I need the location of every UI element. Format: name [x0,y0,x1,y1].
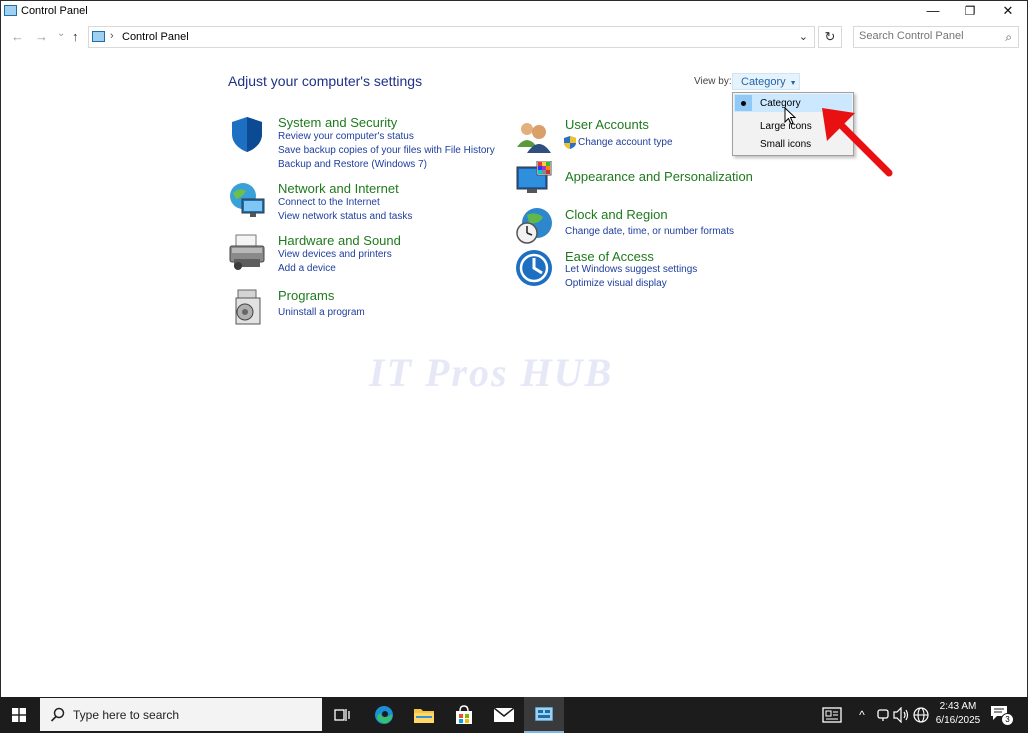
taskbar-search-box[interactable]: Type here to search [40,698,322,731]
news-widget-icon[interactable] [822,707,842,723]
category-ease-of-access: Ease of Access Let Windows suggest setti… [515,249,775,293]
programs-icon[interactable] [228,288,266,326]
address-dropdown-icon[interactable]: ⌄ [799,30,808,43]
uac-shield-icon [564,136,576,149]
view-by-label: View by: [694,76,732,87]
annotation-arrow-icon [822,108,893,177]
meet-now-icon[interactable] [876,708,890,722]
category-title[interactable]: Clock and Region [565,207,668,222]
breadcrumb-control-panel[interactable]: Control Panel [122,31,189,43]
user-accounts-icon[interactable] [515,117,553,155]
category-user-accounts: User Accounts Change account type [515,117,755,157]
view-by-value: Category [741,76,786,88]
minimize-button[interactable]: — [914,1,952,21]
clock-date: 6/16/2025 [935,715,981,726]
printer-icon[interactable] [228,233,266,271]
link-file-history[interactable]: Save backup copies of your files with Fi… [278,145,495,156]
refresh-button[interactable]: ↻ [818,26,842,48]
category-hardware-and-sound: Hardware and Sound View devices and prin… [228,233,508,277]
category-title[interactable]: Hardware and Sound [278,233,401,248]
shield-icon[interactable] [228,115,266,153]
link-change-account-type[interactable]: Change account type [578,137,673,148]
store-bag-icon [456,705,472,724]
category-title[interactable]: User Accounts [565,117,649,132]
system-clock[interactable]: 2:43 AM 6/16/2025 [930,700,986,728]
taskbar-search-placeholder: Type here to search [73,708,180,722]
clock-globe-icon[interactable] [515,207,553,245]
link-add-device[interactable]: Add a device [278,263,336,274]
restore-button[interactable]: ❐ [951,1,989,21]
notification-count-badge: 3 [1001,713,1014,726]
windows-start-icon[interactable] [12,708,26,722]
category-title[interactable]: Network and Internet [278,181,399,196]
category-network-and-internet: Network and Internet Connect to the Inte… [228,181,508,225]
control-panel-window: Control Panel — ❐ ✕ ← → ⌄ ↑ › Control Pa… [0,0,1028,698]
category-system-and-security: System and Security Review your computer… [228,115,508,173]
tray-overflow-icon[interactable]: ^ [853,697,871,733]
volume-icon[interactable] [893,707,910,723]
link-suggest-settings[interactable]: Let Windows suggest settings [565,264,697,275]
task-view-button[interactable] [322,697,362,733]
category-title[interactable]: Ease of Access [565,249,654,264]
edge-taskbar-button[interactable] [364,697,404,733]
link-backup-restore[interactable]: Backup and Restore (Windows 7) [278,159,427,170]
page-title: Adjust your computer's settings [228,73,423,89]
link-review-status[interactable]: Review your computer's status [278,131,414,142]
control-panel-icon [535,707,553,721]
search-icon [50,707,65,722]
view-by-dropdown[interactable]: Category ▼ [732,73,800,90]
folder-icon [414,709,434,723]
address-bar[interactable]: › Control Panel ⌄ [88,26,815,48]
network-globe-icon[interactable] [228,181,266,219]
up-button[interactable]: ↑ [72,29,79,44]
category-appearance-personalization: Appearance and Personalization [515,161,775,201]
close-button[interactable]: ✕ [989,1,1027,21]
control-panel-taskbar-button[interactable] [524,697,564,733]
navigation-bar: ← → ⌄ ↑ › Control Panel ⌄ ↻ ⌕ [1,26,1027,50]
category-clock-and-region: Clock and Region Change date, time, or n… [515,207,775,247]
control-panel-icon [4,5,17,16]
forward-button[interactable]: → [35,29,48,44]
category-programs: Programs Uninstall a program [228,288,508,326]
link-network-status[interactable]: View network status and tasks [278,211,412,222]
taskbar: Type here to search ^ 2:43 AM 6/16/2025 … [0,697,1028,733]
category-title[interactable]: Programs [278,288,334,303]
clock-time: 2:43 AM [939,701,977,712]
mouse-cursor-icon [784,107,796,125]
category-title[interactable]: Appearance and Personalization [565,169,753,184]
menu-item-label: Small icons [760,139,812,150]
search-input[interactable] [859,30,994,42]
category-title[interactable]: System and Security [278,115,397,130]
store-taskbar-button[interactable] [444,697,484,733]
watermark: IT Pros HUB [369,350,614,395]
link-uninstall-program[interactable]: Uninstall a program [278,307,365,318]
link-optimize-display[interactable]: Optimize visual display [565,278,667,289]
title-bar[interactable]: Control Panel — ❐ ✕ [1,1,1027,23]
breadcrumb-separator[interactable]: › [110,30,114,42]
file-explorer-taskbar-button[interactable] [404,697,444,733]
task-view-icon [334,709,350,721]
search-icon[interactable]: ⌕ [1005,30,1012,45]
search-box[interactable]: ⌕ [853,26,1019,48]
bullet-icon [741,101,746,106]
control-panel-icon [92,31,105,42]
link-connect-internet[interactable]: Connect to the Internet [278,197,380,208]
ease-of-access-icon[interactable] [515,249,553,287]
selected-indicator [735,95,752,111]
notification-center-button[interactable]: 3 [990,705,1014,726]
appearance-icon[interactable] [515,161,553,199]
network-globe-icon[interactable] [913,707,929,723]
mail-taskbar-button[interactable] [484,697,524,733]
back-button[interactable]: ← [11,29,24,44]
mail-icon [494,708,514,722]
dropdown-caret-icon: ▼ [789,80,797,87]
link-date-time-formats[interactable]: Change date, time, or number formats [565,226,734,237]
window-title: Control Panel [21,5,88,17]
link-devices-printers[interactable]: View devices and printers [278,249,392,260]
recent-locations-button[interactable]: ⌄ [57,28,65,39]
edge-icon [375,706,393,724]
